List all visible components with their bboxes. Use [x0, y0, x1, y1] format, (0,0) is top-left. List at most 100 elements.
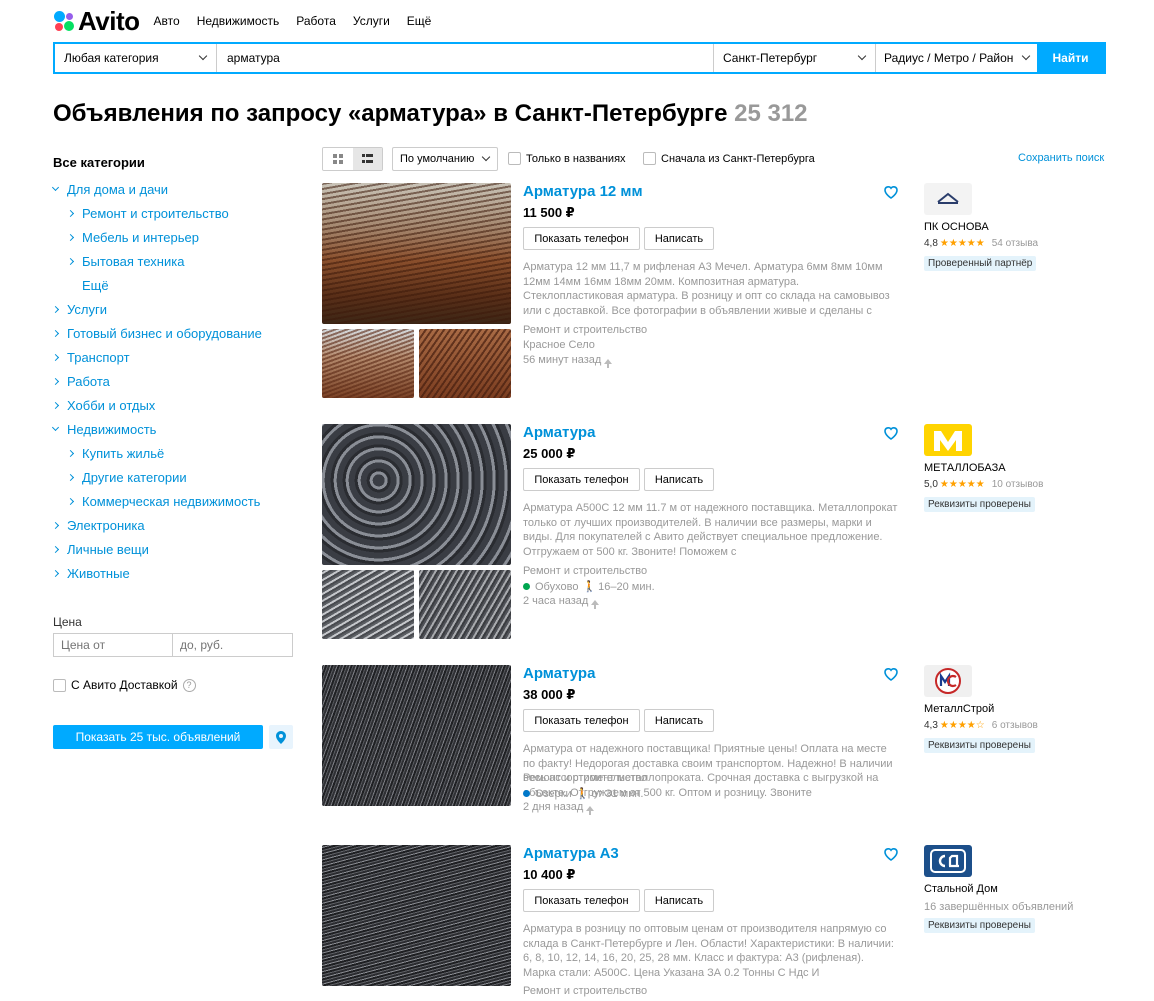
search-input[interactable]: арматура [217, 44, 713, 72]
seller-logo[interactable] [924, 665, 972, 697]
sidebar-category-item[interactable]: Мебель и интерьер [53, 225, 295, 249]
write-message-button[interactable]: Написать [644, 709, 714, 732]
avito-delivery-filter[interactable]: С Авито Доставкой ? [53, 678, 196, 692]
chevron-down-icon [1021, 51, 1031, 61]
seller-logo[interactable] [924, 845, 972, 877]
listing-photo-main[interactable] [322, 845, 511, 986]
sidebar-category-item[interactable]: Услуги [51, 297, 295, 321]
promoted-up-icon [604, 358, 613, 368]
grid-view-button[interactable] [323, 148, 353, 170]
seller-logo-icon [934, 431, 962, 451]
radius-select[interactable]: Радиус / Метро / Район [875, 44, 1037, 72]
listing-photo-thumb[interactable] [419, 570, 511, 639]
nav-auto[interactable]: Авто [154, 14, 180, 28]
heart-icon[interactable] [883, 425, 899, 441]
seller-reviews-link[interactable]: 54 отзыва [992, 238, 1038, 249]
nav-jobs[interactable]: Работа [296, 14, 336, 28]
only-titles-checkbox[interactable] [508, 152, 521, 165]
nav-realty[interactable]: Недвижимость [197, 14, 280, 28]
sidebar-category-item[interactable]: Коммерческая недвижимость [53, 489, 295, 513]
price-from-input[interactable] [53, 633, 173, 657]
listing-location-text: Обухово [535, 580, 579, 593]
view-toggle [322, 147, 383, 171]
price-to-input[interactable] [172, 633, 293, 657]
city-first-filter[interactable]: Сначала из Санкт-Петербурга [643, 152, 815, 165]
save-search-link[interactable]: Сохранить поиск [1018, 152, 1104, 164]
write-message-button[interactable]: Написать [644, 227, 714, 250]
seller-name[interactable]: ПК ОСНОВА [924, 221, 989, 233]
city-select-value: Санкт-Петербург [723, 51, 818, 65]
sidebar-category-item[interactable]: Готовый бизнес и оборудование [51, 321, 295, 345]
seller-rating-value: 5,0 [924, 479, 938, 490]
listing-photo-main[interactable] [322, 424, 511, 565]
listing-photo-main[interactable] [322, 665, 511, 806]
search-button[interactable]: Найти [1037, 44, 1104, 72]
nav-more[interactable]: Ещё [407, 14, 432, 28]
seller-logo[interactable] [924, 424, 972, 456]
city-first-checkbox[interactable] [643, 152, 656, 165]
seller-rating: 4,3 ★★★★☆ 6 отзывов [924, 720, 1038, 731]
show-results-button[interactable]: Показать 25 тыс. объявлений [53, 725, 263, 749]
chevron-right-icon [51, 305, 60, 313]
listing-title[interactable]: Арматура А3 [523, 845, 619, 862]
heart-icon[interactable] [883, 846, 899, 862]
chevron-right-icon [66, 449, 75, 457]
list-view-button[interactable] [352, 148, 382, 170]
listing-photo-thumb[interactable] [419, 329, 511, 398]
map-pin-icon [276, 730, 286, 744]
seller-name[interactable]: МЕТАЛЛОБАЗА [924, 462, 1006, 474]
sidebar-category-item[interactable]: Хобби и отдых [51, 393, 295, 417]
chevron-right-icon [66, 209, 75, 217]
sort-select[interactable]: По умолчанию [392, 147, 498, 171]
sidebar-category-item[interactable]: Личные вещи [51, 537, 295, 561]
seller-logo-icon [935, 668, 961, 694]
sidebar-category-item[interactable]: Другие категории [53, 465, 295, 489]
listing-photo-thumb[interactable] [322, 570, 414, 639]
sidebar-category-item[interactable]: Недвижимость [51, 417, 295, 441]
listing-photo-thumb[interactable] [322, 329, 414, 398]
delivery-checkbox[interactable] [53, 678, 66, 692]
sidebar-category-item[interactable]: Животные [51, 561, 295, 585]
seller-rating: 5,0 ★★★★★ 10 отзывов [924, 479, 1043, 490]
sidebar-category-item[interactable]: Для дома и дачи [51, 177, 295, 201]
listing-title[interactable]: Арматура [523, 424, 595, 441]
listing-card: Арматура 25 000 ₽ Показать телефон Напис… [322, 424, 1107, 640]
sidebar-category-item[interactable]: Электроника [51, 513, 295, 537]
listing-time: 56 минут назад [523, 354, 613, 368]
chevron-right-icon [51, 353, 60, 361]
listing-title[interactable]: Арматура 12 мм [523, 183, 643, 200]
heart-icon[interactable] [883, 666, 899, 682]
walking-icon: 🚶 [575, 788, 590, 800]
show-phone-button[interactable]: Показать телефон [523, 889, 640, 912]
listing-photo-main[interactable] [322, 183, 511, 324]
sidebar-category-item[interactable]: Транспорт [51, 345, 295, 369]
category-select[interactable]: Любая категория [55, 44, 217, 72]
seller-logo[interactable] [924, 183, 972, 215]
show-phone-button[interactable]: Показать телефон [523, 709, 640, 732]
only-titles-filter[interactable]: Только в названиях [508, 152, 626, 165]
map-button[interactable] [269, 725, 293, 749]
help-icon[interactable]: ? [182, 678, 196, 692]
listing-title[interactable]: Арматура [523, 665, 595, 682]
listing-time: 2 дня назад [523, 801, 595, 815]
seller-reviews-link[interactable]: 6 отзывов [992, 720, 1038, 731]
avito-logo[interactable]: Avito [53, 6, 140, 37]
sidebar-category-item[interactable]: Ещё [53, 273, 295, 297]
show-phone-button[interactable]: Показать телефон [523, 468, 640, 491]
show-phone-button[interactable]: Показать телефон [523, 227, 640, 250]
sidebar-category-item[interactable]: Бытовая техника [53, 249, 295, 273]
sidebar-category-item[interactable]: Купить жильё [53, 441, 295, 465]
seller-name[interactable]: Стальной Дом [924, 883, 998, 895]
sidebar-category-item[interactable]: Работа [51, 369, 295, 393]
write-message-button[interactable]: Написать [644, 468, 714, 491]
write-message-button[interactable]: Написать [644, 889, 714, 912]
chevron-right-icon [66, 257, 75, 265]
sidebar-category-item[interactable]: Ремонт и строительство [53, 201, 295, 225]
seller-reviews-link[interactable]: 10 отзывов [992, 479, 1044, 490]
city-select[interactable]: Санкт-Петербург [713, 44, 875, 72]
chevron-right-icon [51, 329, 60, 337]
page-title-text: Объявления по запросу «арматура» в Санкт… [53, 100, 728, 127]
nav-services[interactable]: Услуги [353, 14, 390, 28]
seller-name[interactable]: МеталлСтрой [924, 703, 994, 715]
heart-icon[interactable] [883, 184, 899, 200]
